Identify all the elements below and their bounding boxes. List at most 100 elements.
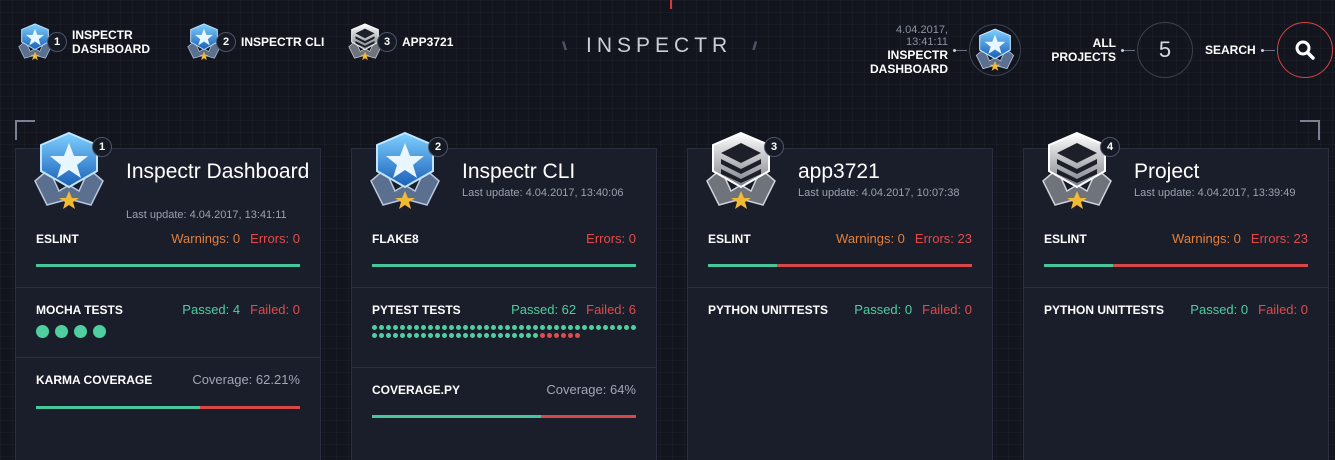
slashes-right-icon: ////// [752,39,757,53]
bar-pass-fill [36,406,200,409]
project-number: 4 [1100,137,1120,157]
failed-count: Failed: 0 [1258,302,1308,317]
frame-corner [1300,120,1320,140]
passed-test-dot [519,333,524,338]
section-name: ESLINT [1044,231,1087,246]
lint-bar [372,264,636,267]
errors-count: Errors: 0 [586,231,636,246]
passed-test-dot [575,325,580,330]
recent-project-2[interactable]: 2 INSPECTR CLI [184,22,326,62]
section-name: KARMA COVERAGE [36,372,153,387]
recent-project-label: INSPECTR DASHBOARD [72,28,150,56]
passed-test-dot [421,325,426,330]
passed-count: Passed: 62 [511,302,577,317]
project-number: 1 [47,32,67,52]
passed-test-dot [400,333,405,338]
passed-test-dot [407,333,412,338]
failed-test-dot [568,333,573,338]
passed-test-dot [393,325,398,330]
project-card-4[interactable]: 4 Project Last update: 4.04.2017, 13:39:… [1023,148,1329,460]
top-marker [670,0,672,9]
passed-test-dot [624,325,629,330]
connector [953,48,967,52]
stack-badge-icon: 3 [345,22,397,62]
passed-test-dot [512,325,517,330]
coverage-bar [372,415,636,418]
passed-test-dot [470,325,475,330]
passed-test-dot [379,325,384,330]
coverage-section: COVERAGE.PY Coverage: 64% [352,367,656,437]
project-card-2[interactable]: 2 Inspectr CLI Last update: 4.04.2017, 1… [351,148,657,460]
passed-test-dot [414,325,419,330]
passed-test-dot [477,325,482,330]
all-projects-label: ALL PROJECTS [1051,36,1116,64]
test-dots [36,325,304,338]
passed-test-dot [55,325,68,338]
passed-test-dot [372,325,377,330]
slashes-left-icon: \\\\\\ [562,39,567,53]
lint-bar [36,264,300,267]
coverage-section: KARMA COVERAGE Coverage: 62.21% [16,357,320,427]
eslint-section: ESLINT Warnings: 0 Errors: 0 [16,231,320,287]
bar-pass-fill [708,264,777,267]
passed-test-dot [463,333,468,338]
section-name: FLAKE8 [372,231,419,246]
recent-project-1[interactable]: 1 INSPECTR DASHBOARD [15,22,157,62]
project-count: 5 [1137,22,1193,78]
eslint-section: ESLINT Warnings: 0 Errors: 23 [1024,231,1328,287]
passed-test-dot [505,333,510,338]
project-card-1[interactable]: 1 Inspectr Dashboard Last update: 4.04.2… [15,148,321,460]
coverage-bar [36,406,300,409]
passed-test-dot [428,333,433,338]
current-project[interactable]: 4.04.2017, 13:41:11 INSPECTR DASHBOARD [860,24,1021,76]
passed-count: Passed: 0 [854,302,913,317]
eslint-section: ESLINT Warnings: 0 Errors: 23 [688,231,992,287]
failed-count: Failed: 0 [250,302,300,317]
passed-test-dot [386,333,391,338]
passed-test-dot [421,333,426,338]
section-name: MOCHA TESTS [36,302,123,317]
passed-test-dot [582,325,587,330]
recent-project-label: INSPECTR CLI [241,35,325,49]
passed-count: Passed: 0 [1190,302,1249,317]
passed-test-dot [470,333,475,338]
project-title: app3721 [798,160,880,183]
test-dots [372,325,640,341]
passed-test-dot [498,333,503,338]
bar-fail-fill [541,415,636,418]
passed-test-dot [610,325,615,330]
project-title: Project [1134,160,1200,183]
section-name: COVERAGE.PY [372,382,461,397]
passed-count: Passed: 4 [182,302,241,317]
flake8-section: FLAKE8 Errors: 0 [352,231,656,287]
section-name: PYTEST TESTS [372,302,461,317]
passed-test-dot [442,325,447,330]
all-projects-button[interactable]: ALL PROJECTS 5 [1050,22,1193,78]
errors-count: Errors: 23 [1250,231,1308,246]
section-name: ESLINT [708,231,751,246]
passed-test-dot [372,333,377,338]
search-control[interactable]: SEARCH [1205,22,1333,78]
recent-project-3[interactable]: 3 APP3721 [345,22,487,62]
passed-test-dot [589,325,594,330]
project-number: 2 [216,32,236,52]
failed-count: Failed: 0 [922,302,972,317]
app-logo[interactable]: \\\\\\ INSPECTR ////// [562,34,757,58]
search-button[interactable] [1276,22,1333,78]
search-label: SEARCH [1205,43,1256,57]
passed-test-dot [456,333,461,338]
failed-test-dot [547,333,552,338]
section-name: ESLINT [36,231,79,246]
project-number: 3 [764,137,784,157]
passed-test-dot [386,325,391,330]
failed-test-dot [540,333,545,338]
passed-test-dot [547,325,552,330]
coverage-value: Coverage: 62.21% [192,372,300,387]
passed-test-dot [456,325,461,330]
passed-test-dot [533,333,538,338]
passed-test-dot [498,325,503,330]
passed-test-dot [491,333,496,338]
project-card-3[interactable]: 3 app3721 Last update: 4.04.2017, 10:07:… [687,148,993,460]
passed-test-dot [505,325,510,330]
passed-test-dot [477,333,482,338]
